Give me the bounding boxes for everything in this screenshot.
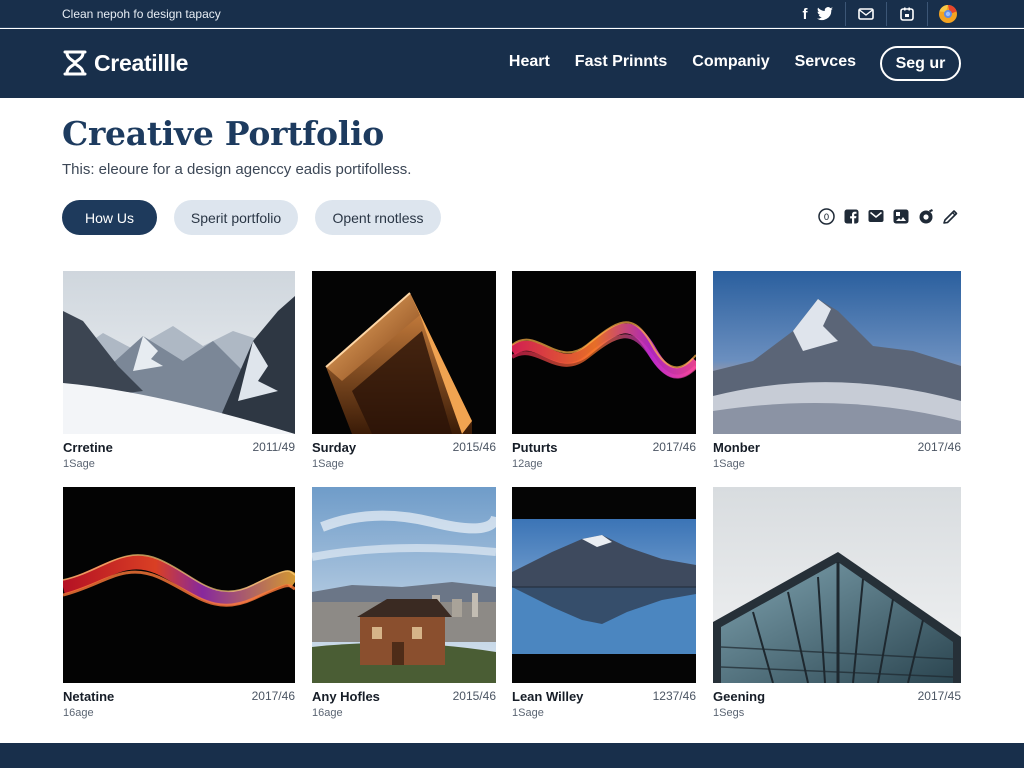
- card-title: Lean Willey: [512, 689, 584, 704]
- card-title: Surday: [312, 440, 357, 455]
- card-date: 2017/46: [652, 440, 696, 454]
- card-date: 2015/46: [452, 440, 496, 454]
- card-meta: Crretine 2011/49: [63, 440, 295, 456]
- card-date: 2011/49: [252, 440, 296, 454]
- info-icon[interactable]: 0: [817, 207, 835, 225]
- portfolio-card[interactable]: Lean Willey 1237/46 1Sage: [512, 487, 696, 719]
- svg-text:0: 0: [823, 213, 829, 223]
- card-subtitle: 16age: [312, 707, 343, 719]
- hero-actions: How Us Sperit portfolio Opent rnotless: [62, 200, 458, 235]
- card-title: Any Hofles: [312, 689, 380, 704]
- card-date: 1237/46: [652, 689, 696, 703]
- ribbon-wave-image[interactable]: [63, 487, 295, 683]
- share-toolbar: 0: [810, 207, 960, 225]
- page-title: Creative Portfolio: [62, 114, 384, 153]
- top-strip: Clean nepoh fo design tapacy f: [0, 0, 1024, 28]
- card-subtitle: 16age: [63, 707, 94, 719]
- dusk-mountain-image[interactable]: [713, 271, 961, 434]
- nav-item-heart[interactable]: Heart: [509, 53, 550, 71]
- card-meta: Lean Willey 1237/46: [512, 689, 696, 705]
- card-date: 2017/45: [917, 689, 961, 703]
- divider: [927, 2, 928, 26]
- gallery-icon[interactable]: [892, 207, 910, 225]
- card-date: 2015/46: [452, 689, 496, 703]
- card-title: Crretine: [63, 440, 113, 455]
- site-header: Creatillle Heart Fast Prinnts Companiy S…: [0, 29, 1024, 98]
- nav-item-fast-prints[interactable]: Fast Prinnts: [575, 53, 667, 71]
- hourglass-logo-icon: [63, 50, 87, 76]
- portfolio-card[interactable]: Any Hofles 2015/46 16age: [312, 487, 496, 719]
- browser-icon[interactable]: [938, 4, 958, 24]
- card-meta: Geening 2017/45: [713, 689, 961, 705]
- mail-icon[interactable]: [856, 4, 876, 24]
- card-date: 2017/46: [917, 440, 961, 454]
- card-title: Monber: [713, 440, 760, 455]
- site-footer: [0, 743, 1024, 768]
- card-subtitle: 12age: [512, 458, 543, 470]
- card-subtitle: 1Sage: [713, 458, 745, 470]
- divider: [845, 2, 846, 26]
- page-subtitle: This: eleoure for a design agenccy eadis…: [62, 161, 412, 178]
- mail-icon[interactable]: [867, 207, 885, 225]
- neon-wave-image[interactable]: [512, 271, 696, 434]
- portfolio-card[interactable]: Crretine 2011/49 1Sage: [63, 271, 295, 470]
- snowy-mountains-image[interactable]: [63, 271, 295, 434]
- card-title: Puturts: [512, 440, 558, 455]
- card-title: Geening: [713, 689, 766, 704]
- nav-item-services[interactable]: Servces: [795, 53, 856, 71]
- how-us-button[interactable]: How Us: [62, 200, 157, 235]
- card-meta: Surday 2015/46: [312, 440, 496, 456]
- calendar-icon[interactable]: [897, 4, 917, 24]
- portfolio-card[interactable]: Monber 2017/46 1Sage: [713, 271, 961, 470]
- card-subtitle: 1Sage: [312, 458, 344, 470]
- glass-building-image[interactable]: [713, 487, 961, 683]
- card-meta: Any Hofles 2015/46: [312, 689, 496, 705]
- card-subtitle: 1Segs: [713, 707, 745, 719]
- main-nav: Heart Fast Prinnts Companiy Servces: [484, 53, 856, 71]
- portfolio-card[interactable]: Netatine 2017/46 16age: [63, 487, 295, 719]
- lake-reflection-image[interactable]: [512, 487, 696, 683]
- divider: [886, 2, 887, 26]
- card-meta: Puturts 2017/46: [512, 440, 696, 456]
- facebook-icon[interactable]: [842, 207, 860, 225]
- card-meta: Monber 2017/46: [713, 440, 961, 456]
- nav-item-company[interactable]: Companiy: [692, 53, 769, 71]
- logo-text: Creatillle: [94, 49, 189, 76]
- card-title: Netatine: [63, 689, 115, 704]
- card-date: 2017/46: [251, 689, 295, 703]
- portfolio-card[interactable]: Surday 2015/46 1Sage: [312, 271, 496, 470]
- card-subtitle: 1Sage: [63, 458, 95, 470]
- wooden-house-image[interactable]: [312, 487, 496, 683]
- signup-button[interactable]: Seg ur: [880, 46, 961, 81]
- orange-tower-image[interactable]: [312, 271, 496, 434]
- motless-button[interactable]: Opent rnotless: [315, 200, 441, 235]
- logo[interactable]: Creatillle: [62, 49, 188, 77]
- camera-icon[interactable]: [917, 207, 935, 225]
- card-subtitle: 1Sage: [512, 707, 544, 719]
- portfolio-button[interactable]: Sperit portfolio: [174, 200, 298, 235]
- facebook-icon[interactable]: f: [795, 4, 815, 24]
- twitter-icon[interactable]: [815, 4, 835, 24]
- top-social-icons: f: [795, 2, 958, 26]
- portfolio-card[interactable]: Puturts 2017/46 12age: [512, 271, 696, 470]
- tagline: Clean nepoh fo design tapacy: [62, 7, 221, 21]
- portfolio-card[interactable]: Geening 2017/45 1Segs: [713, 487, 961, 719]
- card-meta: Netatine 2017/46: [63, 689, 295, 705]
- pen-icon[interactable]: [942, 207, 960, 225]
